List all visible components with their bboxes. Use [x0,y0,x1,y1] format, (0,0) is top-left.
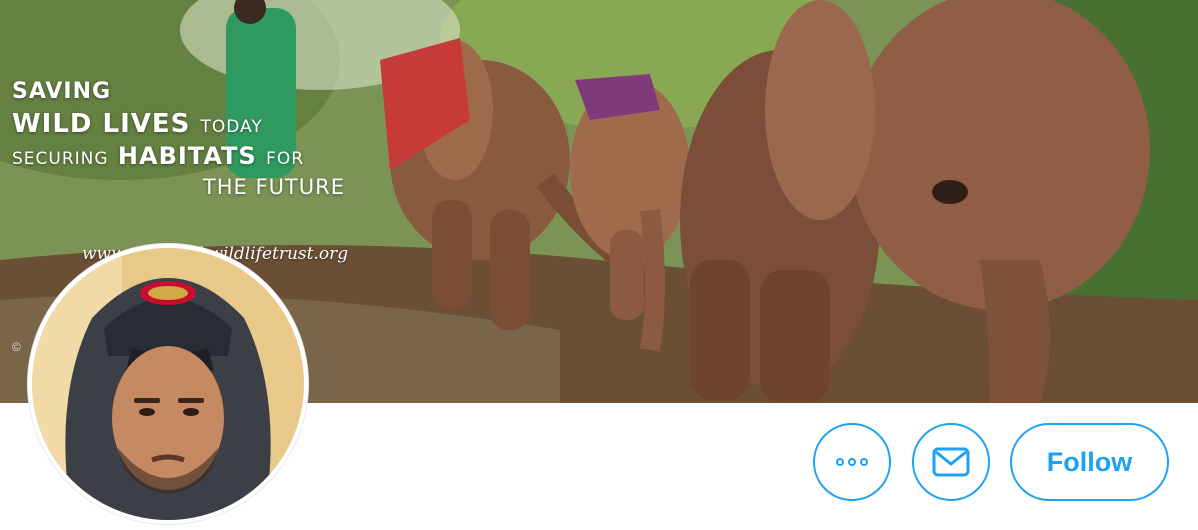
message-button[interactable] [912,423,990,501]
slogan-line-4: THE FUTURE [202,174,345,199]
slogan-habitats: HABITATS [117,142,257,171]
profile-avatar[interactable] [28,244,308,524]
slogan-for: FOR [266,149,305,170]
more-button[interactable] [813,423,891,501]
slogan-line-1: SAVING [12,79,112,104]
slogan-wild-lives: WILD LIVES [12,109,191,140]
envelope-icon [932,447,970,477]
banner-slogan: SAVING WILD LIVES TODAY SECURING HABITAT… [12,80,352,198]
slogan-securing: SECURING [12,149,109,170]
slogan-line-3: SECURING HABITATS FOR [12,144,352,169]
banner-copyright: © [12,340,21,354]
slogan-today: TODAY [200,117,263,138]
avatar-photo [32,248,304,520]
more-dots-icon [836,458,868,466]
follow-button[interactable]: Follow [1010,423,1169,501]
slogan-line-2: WILD LIVES TODAY [12,109,352,140]
